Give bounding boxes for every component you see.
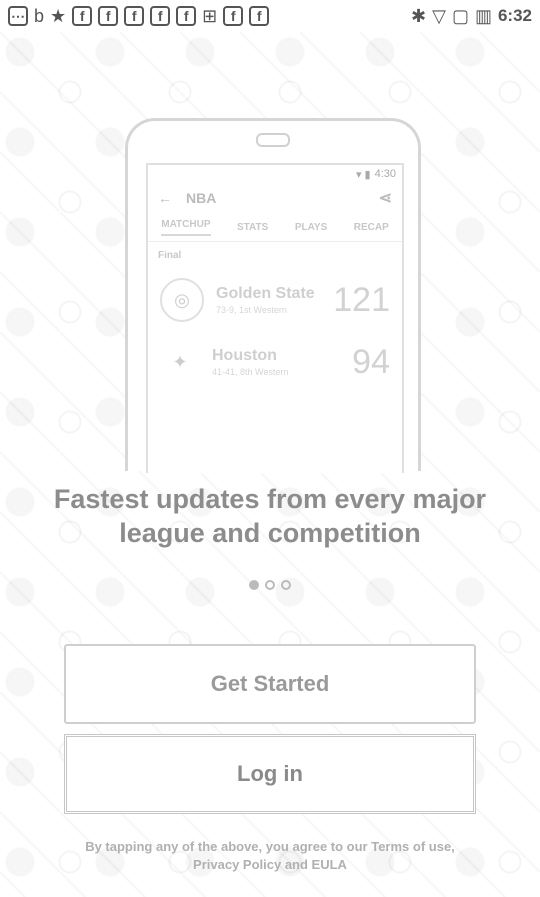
- preview-tab-recap: RECAP: [353, 221, 389, 233]
- facebook-icon: f: [223, 6, 244, 26]
- facebook-icon: f: [72, 6, 93, 26]
- team-info: Golden State 73-9, 1st Western: [216, 285, 333, 315]
- preview-tab-plays: PLAYS: [294, 221, 328, 233]
- preview-title: NBA: [186, 190, 217, 206]
- onboarding-headline: Fastest updates from every major league …: [53, 484, 487, 548]
- beats-icon: b: [34, 6, 45, 26]
- log-in-button[interactable]: Log in: [64, 734, 476, 814]
- facebook-icon: f: [249, 6, 270, 26]
- team-score: 121: [333, 280, 390, 319]
- more-icon: ⋯: [8, 6, 28, 26]
- preview-tab-stats: STATS: [237, 221, 269, 233]
- get-started-button[interactable]: Get Started: [64, 644, 476, 724]
- team-name: Houston: [212, 347, 277, 364]
- page-indicator: [0, 580, 540, 590]
- preview-clock: 4:30: [374, 168, 396, 180]
- team-name: Golden State: [216, 285, 315, 302]
- page-dot-active[interactable]: [249, 580, 259, 590]
- team-row: ✦ Houston 41-41, 8th Western 94: [148, 331, 402, 393]
- facebook-icon: f: [150, 6, 171, 26]
- back-arrow-icon: ←: [158, 190, 172, 206]
- notification-icons: ⋯ b ★ f f f f f ⊞ f f: [8, 6, 270, 26]
- page-dot[interactable]: [281, 580, 291, 590]
- system-icons: ✱ ▽ ▢ ▥ 6:32: [411, 6, 532, 26]
- preview-toolbar: ← NBA ⋖: [148, 183, 402, 213]
- facebook-icon: f: [124, 6, 145, 26]
- wifi-icon: ▽: [432, 6, 446, 26]
- team-info: Houston 41-41, 8th Western: [212, 347, 352, 377]
- team-score: 94: [352, 342, 390, 381]
- facebook-icon: f: [176, 6, 197, 26]
- preview-status-icons: ▾ ▮: [355, 168, 371, 181]
- team-row: ◎ Golden State 73-9, 1st Western 121: [148, 269, 402, 331]
- app-icon: ★: [50, 6, 67, 26]
- clock: 6:32: [497, 6, 532, 25]
- preview-section-label: Final: [158, 250, 182, 261]
- team-record: 41-41, 8th Western: [212, 367, 289, 377]
- facebook-icon: f: [98, 6, 119, 26]
- phone-mockup: ▾ ▮ 4:30 ← NBA ⋖ MATCHUP STATS PLAYS REC…: [125, 118, 421, 473]
- team-record: 73-9, 1st Western: [216, 305, 287, 315]
- preview-status-bar: ▾ ▮ 4:30: [148, 165, 402, 183]
- car-icon: ⊞: [202, 6, 218, 26]
- preview-tabs: MATCHUP STATS PLAYS RECAP: [148, 213, 402, 242]
- bluetooth-icon: ✱: [411, 6, 427, 26]
- rockets-logo-icon: ✦: [172, 351, 188, 372]
- battery-icon: ▥: [474, 6, 492, 26]
- status-bar: ⋯ b ★ f f f f f ⊞ f f ✱ ▽ ▢ ▥ 6:32: [0, 0, 540, 32]
- phone-screen-preview: ▾ ▮ 4:30 ← NBA ⋖ MATCHUP STATS PLAYS REC…: [146, 163, 404, 473]
- no-sim-icon: ▢: [451, 6, 469, 26]
- share-icon: ⋖: [378, 190, 392, 207]
- warriors-logo-icon: ◎: [160, 278, 204, 322]
- page-dot[interactable]: [265, 580, 275, 590]
- legal-disclaimer[interactable]: By tapping any of the above, you agree t…: [70, 838, 470, 874]
- preview-tab-matchup: MATCHUP: [161, 219, 211, 236]
- phone-speaker: [256, 133, 290, 147]
